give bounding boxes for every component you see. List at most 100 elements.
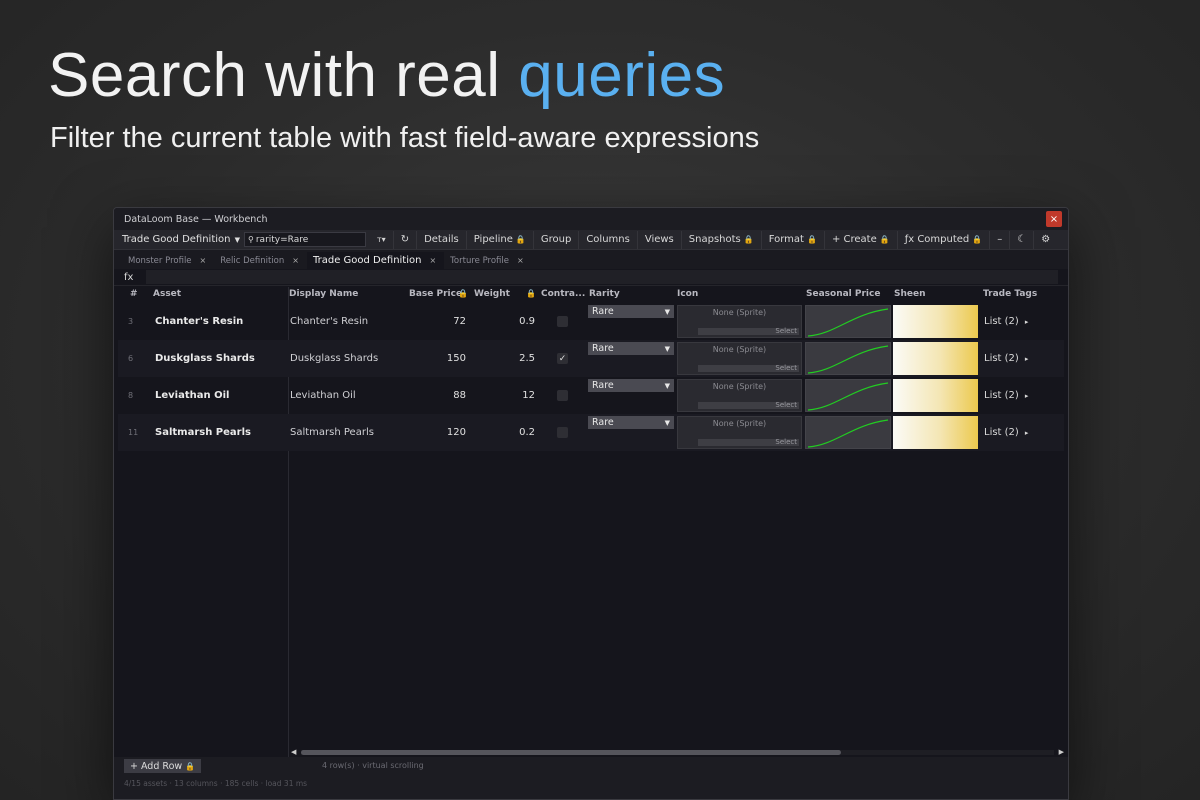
icon-field[interactable]: None (Sprite) Select bbox=[677, 379, 802, 412]
sheen-gradient[interactable] bbox=[893, 416, 978, 449]
select-button[interactable]: Select bbox=[698, 365, 799, 372]
rarity-dropdown[interactable]: Rare ▼ bbox=[588, 416, 674, 429]
toolbar-button-1[interactable]: Pipeline 🔒 bbox=[465, 230, 533, 249]
footer: + Add Row 🔒 4 row(s) · virtual scrolling… bbox=[114, 757, 1068, 799]
display-name-cell[interactable]: Leviathan Oil bbox=[290, 377, 356, 414]
filter-type-button[interactable]: ᴛ▾ bbox=[370, 231, 393, 249]
seasonal-price-curve[interactable] bbox=[805, 379, 891, 412]
display-name-cell[interactable]: Saltmarsh Pearls bbox=[290, 414, 374, 451]
toolbar-button-5[interactable]: Snapshots 🔒 bbox=[680, 230, 761, 249]
trade-tags-cell[interactable]: List (2) ▸ bbox=[984, 414, 1028, 451]
seasonal-price-curve[interactable] bbox=[805, 416, 891, 449]
table-row[interactable]: 3 Chanter's Resin Chanter's Resin 72 0.9… bbox=[118, 303, 1064, 340]
search-field[interactable]: ⚲ bbox=[244, 232, 366, 247]
icon-field[interactable]: None (Sprite) Select bbox=[677, 305, 802, 338]
column-header[interactable]: Contra... bbox=[541, 289, 585, 299]
tab-1[interactable]: Relic Definition × bbox=[214, 252, 307, 269]
scroll-right-icon[interactable]: ▶ bbox=[1059, 748, 1064, 756]
contraband-checkbox[interactable] bbox=[557, 316, 568, 327]
scroll-thumb[interactable] bbox=[301, 750, 841, 755]
refresh-button[interactable]: ↻ bbox=[392, 230, 416, 249]
table-row[interactable]: 6 Duskglass Shards Duskglass Shards 150 … bbox=[118, 340, 1064, 377]
asset-cell[interactable]: Leviathan Oil bbox=[155, 377, 229, 414]
table-select[interactable]: Trade Good Definition ▼ bbox=[120, 232, 242, 247]
column-header[interactable]: Base Price bbox=[409, 289, 462, 299]
expand-arrow-icon[interactable]: ▸ bbox=[1025, 355, 1029, 363]
toolbar-button-label: Pipeline bbox=[473, 234, 513, 245]
toolbar-button-9[interactable]: – bbox=[989, 230, 1009, 249]
trade-tags-cell[interactable]: List (2) ▸ bbox=[984, 303, 1028, 340]
display-name-cell[interactable]: Chanter's Resin bbox=[290, 303, 368, 340]
display-name-cell[interactable]: Duskglass Shards bbox=[290, 340, 378, 377]
base-price-cell[interactable]: 150 bbox=[408, 340, 466, 377]
column-header[interactable]: Weight bbox=[474, 289, 510, 299]
contraband-checkbox[interactable] bbox=[557, 427, 568, 438]
column-header[interactable]: Asset bbox=[153, 289, 181, 299]
column-header[interactable]: Display Name bbox=[289, 289, 358, 299]
column-header[interactable]: # bbox=[130, 289, 138, 299]
rarity-dropdown[interactable]: Rare ▼ bbox=[588, 379, 674, 392]
expand-arrow-icon[interactable]: ▸ bbox=[1025, 429, 1029, 437]
close-tab-icon[interactable]: × bbox=[292, 256, 299, 265]
select-button[interactable]: Select bbox=[698, 439, 799, 446]
rarity-dropdown[interactable]: Rare ▼ bbox=[588, 305, 674, 318]
sheen-gradient[interactable] bbox=[893, 379, 978, 412]
rarity-dropdown[interactable]: Rare ▼ bbox=[588, 342, 674, 355]
close-tab-icon[interactable]: × bbox=[517, 256, 524, 265]
toolbar-button-4[interactable]: Views bbox=[636, 230, 681, 249]
base-price-cell[interactable]: 120 bbox=[408, 414, 466, 451]
select-button[interactable]: Select bbox=[698, 328, 799, 335]
expand-arrow-icon[interactable]: ▸ bbox=[1025, 392, 1029, 400]
close-tab-icon[interactable]: × bbox=[200, 256, 207, 265]
scroll-left-icon[interactable]: ◀ bbox=[291, 748, 296, 756]
asset-cell[interactable]: Duskglass Shards bbox=[155, 340, 255, 377]
formula-input[interactable] bbox=[146, 270, 1058, 284]
weight-cell[interactable]: 0.2 bbox=[488, 414, 535, 451]
toolbar-button-11[interactable]: ⚙ bbox=[1033, 230, 1057, 249]
select-button[interactable]: Select bbox=[698, 402, 799, 409]
toolbar-button-label: Columns bbox=[586, 234, 630, 245]
toolbar-button-6[interactable]: Format 🔒 bbox=[760, 230, 824, 249]
contraband-checkbox[interactable]: ✓ bbox=[557, 353, 568, 364]
tab-label: Relic Definition bbox=[220, 255, 285, 266]
toolbar-button-10[interactable]: ☾ bbox=[1009, 230, 1033, 249]
toolbar-button-label: + Create bbox=[831, 234, 877, 245]
contraband-checkbox[interactable] bbox=[557, 390, 568, 401]
search-input[interactable] bbox=[255, 234, 356, 245]
icon-field[interactable]: None (Sprite) Select bbox=[677, 416, 802, 449]
base-price-cell[interactable]: 72 bbox=[408, 303, 466, 340]
base-price-cell[interactable]: 88 bbox=[408, 377, 466, 414]
expand-arrow-icon[interactable]: ▸ bbox=[1025, 318, 1029, 326]
sheen-gradient[interactable] bbox=[893, 305, 978, 338]
weight-cell[interactable]: 0.9 bbox=[488, 303, 535, 340]
horizontal-scrollbar[interactable]: ◀ ▶ bbox=[291, 748, 1064, 756]
column-header[interactable]: Trade Tags bbox=[983, 289, 1037, 299]
close-button[interactable]: × bbox=[1046, 211, 1062, 227]
column-header[interactable]: Rarity bbox=[589, 289, 620, 299]
toolbar-button-8[interactable]: ƒx Computed 🔒 bbox=[896, 230, 990, 249]
column-header[interactable]: Seasonal Price bbox=[806, 289, 880, 299]
toolbar-button-0[interactable]: Details bbox=[416, 230, 466, 249]
sheen-gradient[interactable] bbox=[893, 342, 978, 375]
asset-cell[interactable]: Chanter's Resin bbox=[155, 303, 243, 340]
add-row-button[interactable]: + Add Row 🔒 bbox=[124, 759, 202, 773]
icon-field[interactable]: None (Sprite) Select bbox=[677, 342, 802, 375]
tab-3[interactable]: Torture Profile × bbox=[444, 252, 532, 269]
trade-tags-cell[interactable]: List (2) ▸ bbox=[984, 377, 1028, 414]
seasonal-price-curve[interactable] bbox=[805, 342, 891, 375]
table-row[interactable]: 11 Saltmarsh Pearls Saltmarsh Pearls 120… bbox=[118, 414, 1064, 451]
seasonal-price-curve[interactable] bbox=[805, 305, 891, 338]
asset-cell[interactable]: Saltmarsh Pearls bbox=[155, 414, 251, 451]
column-header[interactable]: Sheen bbox=[894, 289, 926, 299]
toolbar-button-3[interactable]: Columns bbox=[578, 230, 637, 249]
weight-cell[interactable]: 12 bbox=[488, 377, 535, 414]
table-row[interactable]: 8 Leviathan Oil Leviathan Oil 88 12 Rare… bbox=[118, 377, 1064, 414]
column-header[interactable]: Icon bbox=[677, 289, 698, 299]
close-tab-icon[interactable]: × bbox=[429, 256, 436, 265]
tab-2[interactable]: Trade Good Definition × bbox=[306, 252, 445, 269]
tab-0[interactable]: Monster Profile × bbox=[122, 252, 214, 269]
toolbar-button-7[interactable]: + Create 🔒 bbox=[823, 230, 897, 249]
toolbar-button-2[interactable]: Group bbox=[532, 230, 578, 249]
trade-tags-cell[interactable]: List (2) ▸ bbox=[984, 340, 1028, 377]
weight-cell[interactable]: 2.5 bbox=[488, 340, 535, 377]
